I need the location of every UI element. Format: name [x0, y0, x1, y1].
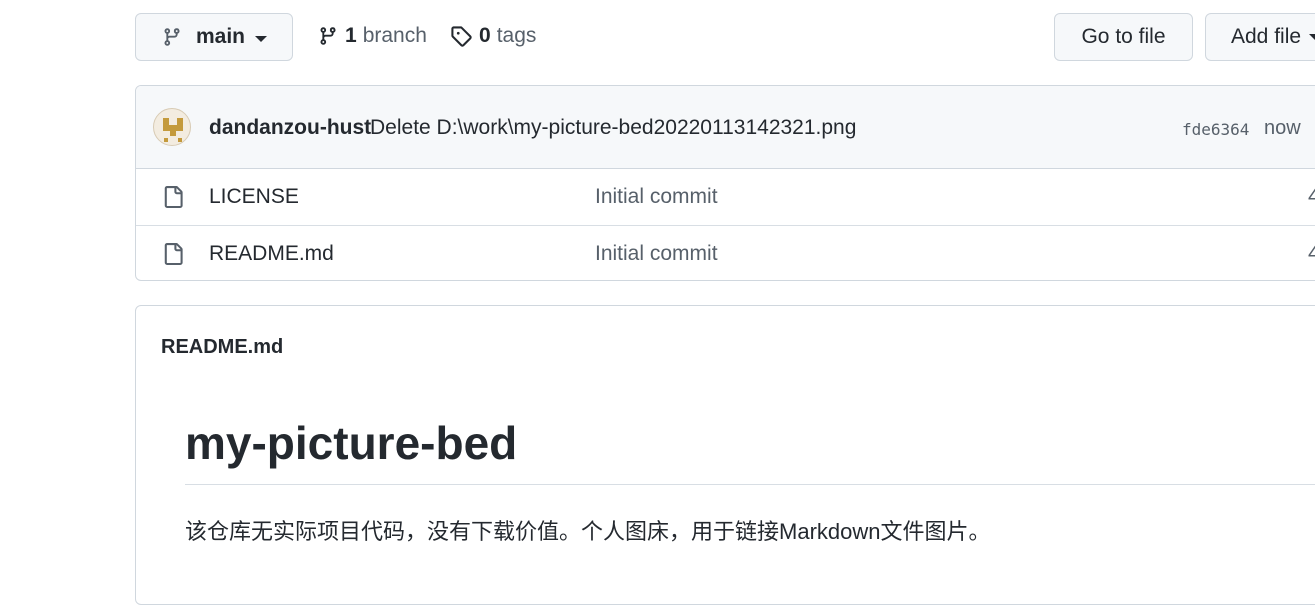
file-commit-age: 4 [1308, 242, 1315, 266]
file-list: dandanzou-hust Delete D:\work\my-picture… [135, 85, 1315, 281]
git-branch-icon [318, 25, 338, 47]
add-file-button[interactable]: Add file [1205, 13, 1315, 61]
branches-label: branch [362, 24, 427, 47]
commit-message-link[interactable]: Delete D:\work\my-picture-bed20220113142… [370, 116, 856, 140]
readme-filename-link[interactable]: README.md [161, 336, 283, 359]
tags-label: tags [496, 24, 537, 47]
commit-author-link[interactable]: dandanzou-hust [209, 116, 371, 140]
readme-description: 该仓库无实际项目代码，没有下载价值。个人图床，用于链接Markdown文件图片。 [185, 519, 991, 544]
file-icon [162, 242, 184, 266]
chevron-down-icon [1309, 34, 1315, 40]
file-name-link[interactable]: README.md [209, 242, 334, 266]
branches-count: 1 [345, 24, 357, 47]
avatar[interactable] [153, 108, 191, 146]
readme-panel: README.md my-picture-bed 该仓库无实际项目代码，没有下载… [135, 305, 1315, 605]
heading-divider [185, 484, 1315, 485]
latest-commit-bar: dandanzou-hust Delete D:\work\my-picture… [136, 86, 1315, 169]
file-row[interactable]: LICENSE Initial commit 4 [136, 169, 1315, 225]
file-icon [162, 185, 184, 209]
branches-link[interactable]: 1 branch [318, 24, 427, 48]
file-commit-message-link[interactable]: Initial commit [595, 242, 718, 266]
file-row[interactable]: README.md Initial commit 4 [136, 225, 1315, 280]
commit-hash-link[interactable]: fde6364 [1182, 120, 1249, 139]
file-commit-age: 4 [1308, 185, 1315, 209]
file-commit-message-link[interactable]: Initial commit [595, 185, 718, 209]
tags-count: 0 [479, 24, 491, 47]
file-name-link[interactable]: LICENSE [209, 185, 299, 209]
chevron-down-icon [255, 35, 268, 42]
branch-selector-button[interactable]: main [135, 13, 293, 61]
add-file-label: Add file [1231, 25, 1302, 48]
tags-link[interactable]: 0 tags [450, 24, 536, 48]
git-branch-icon [162, 26, 182, 48]
go-to-file-button[interactable]: Go to file [1054, 13, 1193, 61]
commit-time: now [1264, 117, 1301, 139]
readme-heading: my-picture-bed [185, 417, 518, 469]
tag-icon [450, 25, 472, 47]
branch-name: main [196, 25, 246, 48]
